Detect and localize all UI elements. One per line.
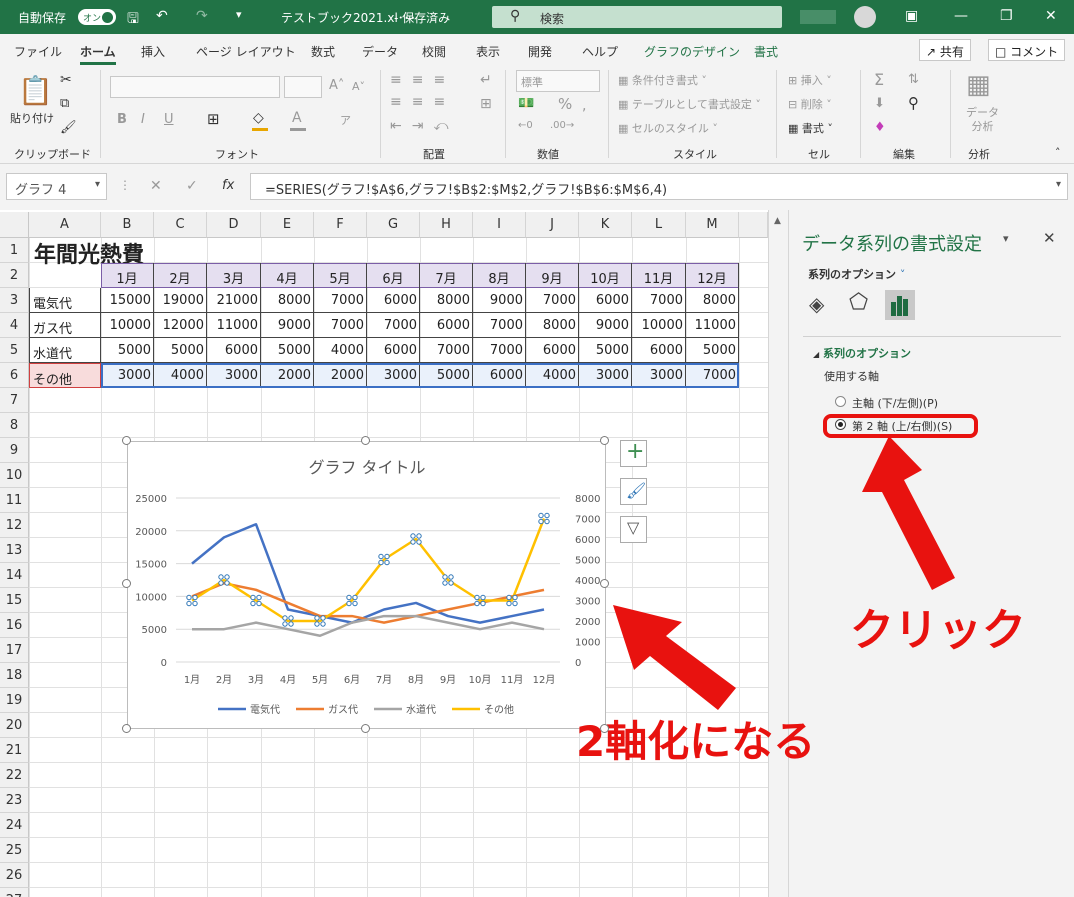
click-annotation: クリック [850,605,1026,656]
chart-resize-handle[interactable] [122,579,131,588]
chart-resize-handle[interactable] [600,579,609,588]
chart-resize-handle[interactable] [361,724,370,733]
chart-resize-handle[interactable] [122,436,131,445]
arrow-to-axis [613,605,736,710]
arrow-to-radio [862,436,955,590]
two-axis-annotation: 2軸化になる [576,717,816,766]
chart-resize-handle[interactable] [361,436,370,445]
chart-resize-handle[interactable] [600,724,609,733]
annotation-arrows [613,436,955,710]
chart-resize-handle[interactable] [600,436,609,445]
chart-resize-handle[interactable] [122,724,131,733]
